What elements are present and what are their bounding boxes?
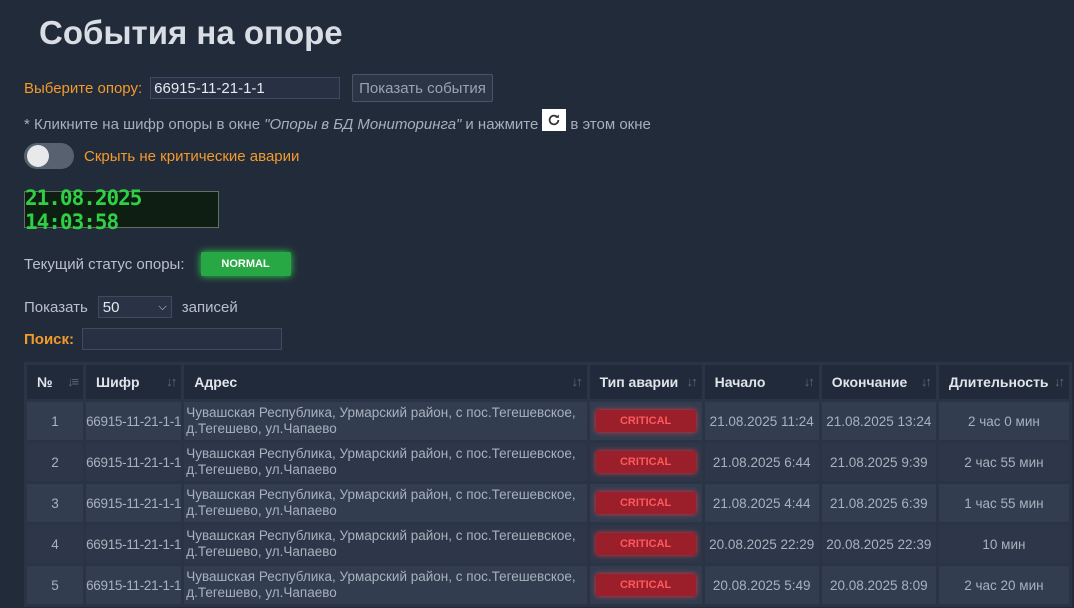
column-header-type[interactable]: Тип аварии ↓↑ bbox=[589, 365, 702, 399]
page-length-control: Показать 50 ⌵ записей bbox=[24, 296, 238, 318]
column-header-cipher[interactable]: Шифр ↓↑ bbox=[86, 365, 182, 399]
hint-prefix: * Кликните на шифр опоры в окне bbox=[24, 115, 261, 133]
column-header-end[interactable]: Окончание ↓↑ bbox=[821, 365, 936, 399]
cell-type: CRITICAL bbox=[589, 525, 702, 563]
length-suffix: записей bbox=[181, 298, 238, 316]
column-header-address[interactable]: Адрес ↓↑ bbox=[184, 365, 587, 399]
column-header-label: № bbox=[37, 374, 53, 390]
cell-type: CRITICAL bbox=[589, 443, 702, 481]
chevron-down-icon: ⌵ bbox=[158, 300, 167, 313]
cell-number: 2 bbox=[27, 443, 84, 481]
cell-type: CRITICAL bbox=[589, 484, 702, 522]
cell-number: 4 bbox=[27, 525, 84, 563]
critical-badge: CRITICAL bbox=[595, 451, 696, 473]
sort-icon: ↓↑ bbox=[920, 374, 932, 389]
cell-start: 21.08.2025 11:24 bbox=[704, 402, 819, 440]
cell-number: 5 bbox=[27, 566, 84, 604]
column-header-label: Шифр bbox=[96, 374, 140, 390]
status-badge: NORMAL bbox=[200, 252, 291, 276]
sort-icon: ↓↑ bbox=[803, 374, 815, 389]
refresh-icon bbox=[542, 109, 567, 131]
table-header-row: № ↓≡ Шифр ↓↑ Адрес ↓↑ Тип аварии ↓↑ Начало ↓↑… bbox=[27, 365, 1069, 399]
cell-cipher: 66915-11-21-1-1 bbox=[86, 443, 181, 481]
pole-status: Текущий статус опоры: NORMAL bbox=[24, 252, 291, 276]
cell-end: 20.08.2025 8:09 bbox=[821, 566, 936, 604]
cell-address: Чувашская Республика, Урмарский район, с… bbox=[184, 443, 587, 481]
table-row[interactable]: 1 66915-11-21-1-1 Чувашская Республика, … bbox=[27, 402, 1069, 440]
cell-duration: 2 час 0 мин bbox=[938, 402, 1069, 440]
sort-icon: ↓↑ bbox=[166, 374, 177, 389]
cell-type: CRITICAL bbox=[589, 402, 702, 440]
table-row[interactable]: 5 66915-11-21-1-1 Чувашская Республика, … bbox=[27, 566, 1069, 604]
column-header-label: Окончание bbox=[831, 374, 908, 390]
column-header-label: Начало bbox=[714, 374, 766, 390]
cell-duration: 1 час 55 мин bbox=[938, 484, 1069, 522]
cell-start: 21.08.2025 6:44 bbox=[704, 443, 819, 481]
hint-middle: и нажмите bbox=[465, 115, 539, 133]
column-header-start[interactable]: Начало ↓↑ bbox=[704, 365, 819, 399]
cell-duration: 10 мин bbox=[938, 525, 1069, 563]
sort-icon: ↓↑ bbox=[1054, 374, 1065, 389]
pole-select-label: Выберите опору: bbox=[24, 79, 143, 97]
table-row[interactable]: 4 66915-11-21-1-1 Чувашская Республика, … bbox=[27, 525, 1069, 563]
sort-icon: ↓≡ bbox=[66, 374, 79, 389]
cell-start: 21.08.2025 4:44 bbox=[704, 484, 819, 522]
critical-filter: Скрыть не критические аварии bbox=[24, 143, 299, 169]
toggle-knob bbox=[27, 145, 49, 167]
cell-duration: 2 час 20 мин bbox=[938, 566, 1069, 604]
cell-cipher: 66915-11-21-1-1 bbox=[86, 566, 181, 604]
column-header-label: Адрес bbox=[194, 374, 238, 390]
cell-cipher: 66915-11-21-1-1 bbox=[86, 484, 181, 522]
column-header-number[interactable]: № ↓≡ bbox=[27, 365, 84, 399]
column-header-label: Длительность bbox=[948, 374, 1049, 390]
cell-number: 3 bbox=[27, 484, 84, 522]
status-label: Текущий статус опоры: bbox=[24, 255, 185, 273]
cell-start: 20.08.2025 22:29 bbox=[704, 525, 819, 563]
cell-end: 21.08.2025 13:24 bbox=[821, 402, 936, 440]
cell-duration: 2 час 55 мин bbox=[938, 443, 1069, 481]
sort-icon: ↓↑ bbox=[686, 374, 698, 389]
pole-input[interactable] bbox=[150, 77, 341, 99]
search-bar: Поиск: bbox=[24, 328, 283, 350]
hide-noncritical-label: Скрыть не критические аварии bbox=[84, 147, 300, 165]
cell-end: 21.08.2025 6:39 bbox=[821, 484, 936, 522]
cell-number: 1 bbox=[27, 402, 84, 440]
cell-start: 20.08.2025 5:49 bbox=[704, 566, 819, 604]
events-table: № ↓≡ Шифр ↓↑ Адрес ↓↑ Тип аварии ↓↑ Начало ↓↑… bbox=[24, 362, 1072, 607]
cell-address: Чувашская Республика, Урмарский район, с… bbox=[184, 566, 587, 604]
cell-type: CRITICAL bbox=[589, 566, 702, 604]
pole-selector: Выберите опору: Показать события bbox=[24, 74, 493, 102]
cell-cipher: 66915-11-21-1-1 bbox=[86, 525, 181, 563]
critical-badge: CRITICAL bbox=[595, 533, 696, 555]
page-title: События на опоре bbox=[39, 14, 343, 51]
hint-suffix: в этом окне bbox=[570, 115, 651, 133]
table-row[interactable]: 2 66915-11-21-1-1 Чувашская Республика, … bbox=[27, 443, 1069, 481]
cell-address: Чувашская Республика, Урмарский район, с… bbox=[184, 525, 587, 563]
show-events-button[interactable]: Показать события bbox=[352, 74, 493, 102]
digital-clock: 21.08.2025 14:03:58 bbox=[24, 186, 219, 234]
hint-text: * Кликните на шифр опоры в окне "Опоры в… bbox=[24, 109, 651, 135]
page-length-value: 50 bbox=[102, 298, 120, 316]
critical-badge: CRITICAL bbox=[595, 574, 696, 596]
critical-badge: CRITICAL bbox=[595, 410, 696, 432]
cell-address: Чувашская Республика, Урмарский район, с… bbox=[184, 484, 587, 522]
search-input[interactable] bbox=[82, 328, 283, 350]
table-row[interactable]: 3 66915-11-21-1-1 Чувашская Республика, … bbox=[27, 484, 1069, 522]
hint-window-name: "Опоры в БД Мониторинга" bbox=[264, 115, 462, 133]
cell-cipher: 66915-11-21-1-1 bbox=[86, 402, 181, 440]
cell-end: 21.08.2025 9:39 bbox=[821, 443, 936, 481]
sort-icon: ↓↑ bbox=[571, 374, 583, 389]
column-header-label: Тип аварии bbox=[599, 374, 679, 390]
column-header-duration[interactable]: Длительность ↓↑ bbox=[938, 365, 1069, 399]
search-label: Поиск: bbox=[24, 330, 75, 348]
cell-end: 20.08.2025 22:39 bbox=[821, 525, 936, 563]
length-prefix: Показать bbox=[24, 298, 88, 316]
critical-badge: CRITICAL bbox=[595, 492, 696, 514]
page-length-select[interactable]: 50 ⌵ bbox=[97, 296, 172, 318]
hide-noncritical-toggle[interactable] bbox=[24, 143, 74, 169]
cell-address: Чувашская Республика, Урмарский район, с… bbox=[184, 402, 587, 440]
